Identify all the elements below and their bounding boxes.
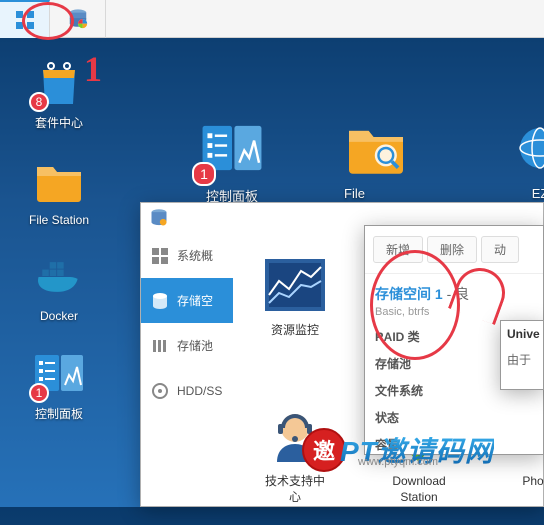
- sidebar-item-label: 系统概: [177, 247, 213, 264]
- badge: 1: [192, 162, 216, 186]
- desktop-icons-column: 8 套件中心 File Station Docker 1 控制面板: [14, 56, 104, 446]
- desktop-icon-control-panel[interactable]: 1 控制面板: [14, 347, 104, 422]
- window-sidebar: 系统概 存储空 存储池 HDD/SS: [141, 233, 233, 413]
- content-icon-label: 技术支持中心: [263, 474, 327, 505]
- sidebar-item-overview[interactable]: 系统概: [141, 233, 233, 278]
- new-button[interactable]: 新增: [373, 236, 423, 263]
- content-icon-support[interactable]: 技术支持中心: [263, 404, 327, 505]
- taskbar: [0, 0, 544, 38]
- storage-volume-title: 存储空间 1 - 良: [375, 284, 533, 304]
- popup-line2: 由于: [507, 351, 537, 368]
- folder-search-icon: [344, 121, 408, 175]
- content-icon-resource-monitor[interactable]: 资源监控: [263, 253, 327, 354]
- dashboard-icon: [151, 247, 169, 265]
- desktop-icon-package-center[interactable]: 8 套件中心: [14, 56, 104, 131]
- taskbar-storage-button[interactable]: [50, 0, 106, 38]
- database-icon: [149, 208, 169, 228]
- storage-volume-subtitle: Basic, btrfs: [375, 306, 533, 318]
- support-agent-icon: [265, 406, 325, 466]
- popup-universal: Unive 由于: [500, 320, 544, 390]
- bars-icon: [151, 337, 169, 355]
- main-icon-label: EZ: [532, 186, 544, 201]
- storage-detail-toolbar: 新增 删除 动: [365, 226, 543, 274]
- disk-icon: [151, 292, 169, 310]
- database-icon: [67, 8, 89, 30]
- desktop-icon-file-station[interactable]: File Station: [14, 155, 104, 227]
- content-icon-label: 资源监控: [271, 323, 319, 339]
- desktop-icon-docker[interactable]: Docker: [14, 251, 104, 323]
- sidebar-item-storage-pool[interactable]: 存储池: [141, 323, 233, 368]
- content-icon-label: Pho: [522, 474, 543, 490]
- detail-row-status: 状态: [375, 409, 533, 426]
- globe-icon: [518, 121, 544, 175]
- popup-line1: Unive: [507, 327, 537, 341]
- hdd-icon: [151, 382, 169, 400]
- content-icon-label: Download Station: [387, 474, 451, 505]
- sidebar-item-storage-space[interactable]: 存储空: [141, 278, 233, 323]
- apps-grid-icon: [15, 10, 35, 30]
- action-button[interactable]: 动: [481, 236, 519, 263]
- docker-whale-icon: [33, 255, 85, 299]
- chart-icon: [263, 257, 327, 313]
- desktop-icon-label: Docker: [40, 309, 78, 323]
- badge: 1: [29, 383, 49, 403]
- detail-row-capacity: 容量: [375, 436, 533, 453]
- folder-icon: [33, 159, 85, 203]
- sidebar-item-label: HDD/SS: [177, 384, 222, 398]
- delete-button[interactable]: 删除: [427, 236, 477, 263]
- sidebar-item-hdd-ssd[interactable]: HDD/SS: [141, 368, 233, 413]
- desktop-icon-label: 套件中心: [35, 114, 83, 131]
- sidebar-item-label: 存储空: [177, 292, 213, 309]
- badge: 8: [29, 92, 49, 112]
- desktop-icon-label: 控制面板: [35, 405, 83, 422]
- desktop-icon-label: File Station: [29, 213, 89, 227]
- sidebar-item-label: 存储池: [177, 337, 213, 354]
- taskbar-apps-button[interactable]: [0, 0, 50, 38]
